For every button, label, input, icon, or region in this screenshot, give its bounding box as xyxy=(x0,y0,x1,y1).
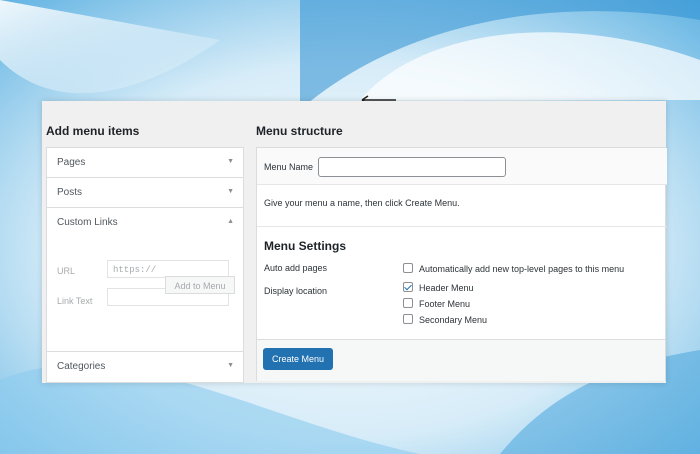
accordion-custom-links[interactable]: Custom Links ▲ xyxy=(47,208,243,237)
menu-settings-title: Menu Settings xyxy=(264,239,347,253)
divider xyxy=(257,226,667,227)
caret-up-icon: ▲ xyxy=(227,218,234,225)
header-menu-label: Header Menu xyxy=(419,283,474,293)
menu-footer: Create Menu xyxy=(257,339,665,381)
footer-menu-checkbox[interactable] xyxy=(403,298,413,308)
menu-structure-title: Menu structure xyxy=(256,124,343,138)
accordion-label: Categories xyxy=(57,361,106,372)
accordion-label: Posts xyxy=(57,187,83,198)
auto-add-pages-option-label: Automatically add new top-level pages to… xyxy=(419,264,625,274)
menu-editor-panel: Add menu items Menu structure Pages ▼ Po… xyxy=(42,101,667,383)
accordion-posts[interactable]: Posts ▼ xyxy=(47,178,243,208)
accordion-label: Custom Links xyxy=(57,217,118,228)
add-menu-items-title: Add menu items xyxy=(46,124,140,138)
caret-down-icon: ▼ xyxy=(227,158,234,165)
menu-structure-box: Menu Name Give your menu a name, then cl… xyxy=(256,147,667,381)
menu-name-label: Menu Name xyxy=(264,162,314,172)
display-location-label: Display location xyxy=(264,286,328,296)
accordion-label: Pages xyxy=(57,157,86,168)
secondary-menu-label: Secondary Menu xyxy=(419,315,488,325)
header-menu-checkbox[interactable] xyxy=(403,282,413,292)
caret-down-icon: ▼ xyxy=(227,188,234,195)
auto-add-pages-checkbox[interactable] xyxy=(403,263,413,273)
add-to-menu-button[interactable]: Add to Menu xyxy=(165,276,235,294)
caret-down-icon: ▼ xyxy=(227,362,234,369)
add-menu-items-accordion: Pages ▼ Posts ▼ Custom Links ▲ URL https… xyxy=(46,147,244,383)
menu-name-row: Menu Name xyxy=(257,148,667,185)
url-label: URL xyxy=(57,266,76,276)
secondary-menu-checkbox[interactable] xyxy=(403,314,413,324)
accordion-pages[interactable]: Pages ▼ xyxy=(47,148,243,178)
footer-menu-label: Footer Menu xyxy=(419,299,471,309)
menu-name-input[interactable] xyxy=(318,157,506,177)
create-menu-button[interactable]: Create Menu xyxy=(263,348,333,370)
auto-add-pages-label: Auto add pages xyxy=(264,263,328,273)
custom-links-panel: URL https:// Link Text xyxy=(47,238,243,352)
accordion-categories[interactable]: Categories ▼ xyxy=(47,352,243,381)
menu-hint-text: Give your menu a name, then click Create… xyxy=(264,198,460,208)
link-text-label: Link Text xyxy=(57,296,93,306)
